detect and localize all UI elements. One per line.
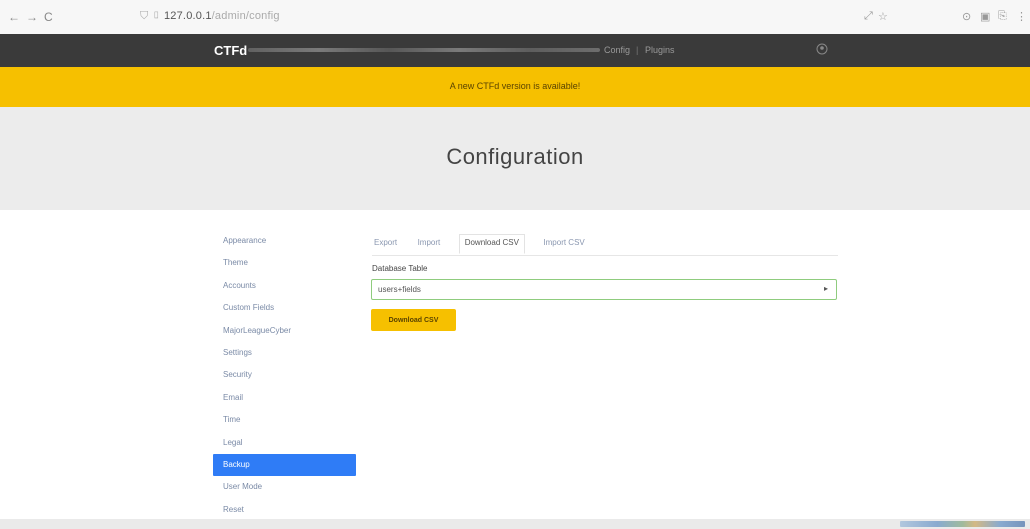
nav-plugins-link[interactable]: Plugins	[645, 45, 675, 55]
backup-tabs: Export Import Download CSV Import CSV	[372, 232, 599, 254]
database-table-select[interactable]: users+fields ▸	[371, 279, 837, 300]
tab-export[interactable]: Export	[372, 234, 399, 253]
forward-icon[interactable]: →	[26, 10, 38, 24]
sidebar-item-legal[interactable]: Legal	[213, 432, 356, 454]
tab-import-csv[interactable]: Import CSV	[541, 234, 586, 253]
back-icon[interactable]: ←	[8, 10, 20, 24]
nav-separator: |	[636, 45, 639, 55]
banner-text[interactable]: A new CTFd version is available!	[0, 81, 1030, 91]
bookmark-star-icon[interactable]: ☆	[878, 10, 888, 23]
select-value: users+fields	[378, 285, 421, 294]
menu-icon[interactable]: ⋮	[1016, 10, 1027, 23]
pocket-icon[interactable]: ⊙	[962, 10, 971, 23]
update-banner: A new CTFd version is available!	[0, 67, 1030, 107]
share-icon[interactable]: ⎘	[998, 10, 1007, 23]
sidebar-item-time[interactable]: Time	[213, 409, 356, 431]
sidebar-item-custom-fields[interactable]: Custom Fields	[213, 297, 356, 319]
tab-import[interactable]: Import	[416, 234, 443, 253]
brand-logo[interactable]: CTFd	[214, 43, 247, 58]
top-navbar: CTFd Config | Plugins	[0, 34, 1030, 67]
page-title: Configuration	[446, 144, 584, 169]
page-icon: ▯	[151, 10, 161, 22]
dropdown-arrow-icon: ▸	[823, 284, 828, 293]
address-bar[interactable]: ⛉ ▯ 127.0.0.1/admin/config	[140, 10, 280, 23]
sidebar-item-majorleaguecyber[interactable]: MajorLeagueCyber	[213, 320, 356, 342]
sidebar-item-appearance[interactable]: Appearance	[213, 230, 356, 252]
sidebar-item-security[interactable]: Security	[213, 364, 356, 386]
sidebar-item-email[interactable]: Email	[213, 387, 356, 409]
sidebar-item-reset[interactable]: Reset	[213, 499, 356, 521]
database-table-label: Database Table	[372, 264, 428, 273]
sidebar-item-settings[interactable]: Settings	[213, 342, 356, 364]
system-tray	[900, 521, 1025, 527]
tab-divider	[372, 255, 838, 256]
os-taskbar	[0, 519, 1030, 529]
nav-config-link[interactable]: Config	[604, 45, 630, 55]
page-header: Configuration	[0, 107, 1030, 210]
nav-links-blurred	[248, 45, 600, 55]
extension-icon[interactable]: ▣	[980, 10, 990, 23]
config-sidebar: Appearance Theme Accounts Custom Fields …	[213, 230, 356, 521]
browser-toolbar: ← → C ⛉ ▯ 127.0.0.1/admin/config ⤢ ☆ ⊙ ▣…	[0, 0, 1030, 35]
reload-icon[interactable]: C	[44, 10, 53, 24]
tab-download-csv[interactable]: Download CSV	[458, 234, 525, 254]
url-path: /admin/config	[211, 10, 280, 22]
sidebar-item-theme[interactable]: Theme	[213, 252, 356, 274]
blurred-nav-links	[248, 48, 600, 52]
shield-icon: ⛉	[140, 10, 149, 22]
url-host: 127.0.0.1	[163, 10, 212, 22]
user-icon[interactable]	[816, 43, 828, 55]
sidebar-item-accounts[interactable]: Accounts	[213, 275, 356, 297]
sidebar-item-backup[interactable]: Backup	[213, 453, 356, 477]
download-csv-button[interactable]: Download CSV	[371, 309, 456, 331]
sidebar-item-user-mode[interactable]: User Mode	[213, 476, 356, 498]
zoom-icon[interactable]: ⤢	[864, 10, 873, 23]
